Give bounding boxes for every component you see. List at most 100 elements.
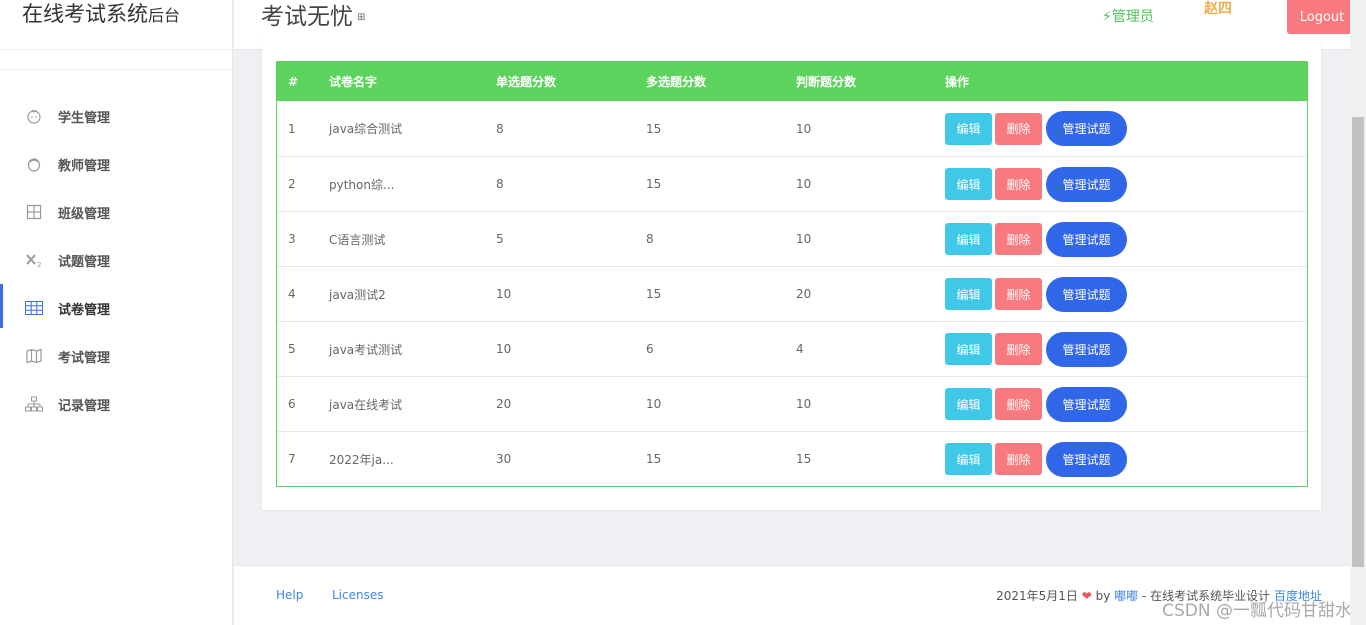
single-score: 8	[496, 121, 504, 136]
class-grid-icon	[24, 202, 44, 222]
single-score: 20	[496, 397, 512, 411]
judge-score: 4	[796, 342, 804, 356]
multi-score: 15	[646, 452, 662, 466]
paper-index: 5	[288, 342, 296, 356]
col-header-multi: 多选题分数	[646, 75, 707, 89]
user-role[interactable]: ⚡管理员	[1102, 6, 1154, 26]
sidebar-item-label: 试题管理	[58, 254, 111, 270]
judge-score: 20	[796, 287, 812, 301]
col-header-name: 试卷名字	[329, 75, 378, 89]
footer-date: 2021年5月1日	[996, 589, 1078, 603]
manage-questions-button[interactable]: 管理试题	[1046, 276, 1127, 312]
brand-subtitle: 后台	[148, 6, 181, 25]
col-header-index: #	[288, 74, 299, 89]
edit-button[interactable]: 编辑	[945, 112, 992, 145]
judge-score: 10	[796, 177, 812, 191]
manage-questions-button[interactable]: 管理试题	[1046, 221, 1127, 257]
col-header-judge: 判断题分数	[796, 75, 857, 89]
delete-button[interactable]: 删除	[995, 278, 1042, 310]
multi-score: 15	[646, 121, 662, 136]
paper-name: python综...	[329, 177, 395, 192]
multi-score: 10	[646, 397, 662, 411]
scrollbar[interactable]	[1350, 0, 1366, 625]
sidebar-item-student[interactable]: 学生管理	[0, 92, 232, 140]
delete-button[interactable]: 删除	[995, 223, 1042, 255]
table-row: 5 java考试测试 10 6 4 编辑 删除 管理试题	[277, 321, 1307, 376]
sidebar-item-paper[interactable]: 试卷管理	[0, 284, 232, 332]
edit-button[interactable]: 编辑	[945, 168, 992, 200]
manage-questions-button[interactable]: 管理试题	[1046, 111, 1127, 146]
sidebar-item-record[interactable]: 记录管理	[0, 380, 232, 428]
sidebar-item-class[interactable]: 班级管理	[0, 188, 232, 236]
single-score: 30	[496, 452, 512, 466]
paper-name: java考试测试	[329, 342, 403, 357]
row-actions: 编辑 删除 管理试题	[945, 166, 1307, 202]
table-header: # 试卷名字 单选题分数 多选题分数 判断题分数 操作	[277, 62, 1307, 101]
row-actions: 编辑 删除 管理试题	[945, 221, 1307, 257]
judge-score: 15	[796, 452, 812, 466]
delete-button[interactable]: 删除	[995, 333, 1042, 365]
single-score: 10	[496, 342, 512, 356]
paper-index: 7	[288, 452, 296, 466]
edit-button[interactable]: 编辑	[945, 443, 992, 475]
table-row: 6 java在线考试 20 10 10 编辑 删除 管理试题	[277, 376, 1307, 431]
multi-score: 6	[646, 342, 654, 356]
single-score: 8	[496, 177, 504, 191]
sitemap-icon	[24, 394, 44, 414]
delete-button[interactable]: 删除	[995, 112, 1042, 145]
row-actions: 编辑 删除 管理试题	[945, 386, 1307, 422]
paper-name: java综合测试	[329, 122, 403, 136]
edit-button[interactable]: 编辑	[945, 388, 992, 420]
judge-score: 10	[796, 397, 812, 411]
help-link[interactable]: Help	[276, 588, 303, 602]
brand: 在线考试系统 后台	[0, 0, 232, 50]
manage-questions-button[interactable]: 管理试题	[1046, 331, 1127, 367]
table-row: 2 python综... 8 15 10 编辑 删除 管理试题	[277, 156, 1307, 211]
multi-score: 15	[646, 177, 662, 191]
col-header-single: 单选题分数	[496, 75, 557, 89]
sidebar-item-exam[interactable]: 考试管理	[0, 332, 232, 380]
student-icon	[24, 106, 44, 126]
paper-index: 1	[288, 121, 296, 136]
sidebar-item-label: 记录管理	[58, 398, 111, 414]
edit-button[interactable]: 编辑	[945, 278, 992, 310]
brand-title: 在线考试系统	[22, 2, 148, 26]
role-label: 管理员	[1111, 9, 1154, 25]
edit-button[interactable]: 编辑	[945, 223, 992, 255]
multi-score: 8	[646, 232, 654, 246]
logout-button[interactable]: Logout	[1287, 0, 1357, 34]
sidebar-item-label: 教师管理	[58, 158, 111, 174]
sidebar-item-teacher[interactable]: 教师管理	[0, 140, 232, 188]
paper-index: 2	[288, 177, 296, 191]
scrollbar-thumb[interactable]	[1352, 117, 1364, 567]
table-row: 3 C语言测试 5 8 10 编辑 删除 管理试题	[277, 211, 1307, 266]
page-title: 考试无忧 ⊞	[261, 2, 365, 33]
watermark: CSDN @一瓢代码甘甜水	[1162, 601, 1352, 621]
sidebar-item-question[interactable]: 2 试题管理	[0, 236, 232, 284]
delete-button[interactable]: 删除	[995, 388, 1042, 420]
edit-button[interactable]: 编辑	[945, 333, 992, 365]
paper-name: 2022年ja...	[329, 452, 394, 467]
table-body: 1 java综合测试 8 15 10 编辑 删除 管理试题 2 python综... 8 15 10 编辑…	[277, 101, 1307, 486]
delete-button[interactable]: 删除	[995, 168, 1042, 200]
username[interactable]: 赵四	[1204, 0, 1232, 18]
col-header-actions: 操作	[945, 75, 970, 89]
sidebar-item-label: 试卷管理	[58, 302, 111, 318]
judge-score: 10	[796, 232, 812, 246]
sidebar-nav: 学生管理 教师管理 班级管理 2 试题管理 试卷管理 考试管理 记录管理	[0, 70, 232, 428]
manage-questions-button[interactable]: 管理试题	[1046, 386, 1127, 422]
papers-card: # 试卷名字 单选题分数 多选题分数 判断题分数 操作 1 java综合测试 8 15…	[262, 36, 1321, 510]
manage-questions-button[interactable]: 管理试题	[1046, 166, 1127, 202]
footer-author-link[interactable]: 嘟嘟	[1114, 589, 1138, 603]
sidebar-item-label: 学生管理	[58, 110, 111, 126]
manage-questions-button[interactable]: 管理试题	[1046, 441, 1127, 477]
paper-index: 6	[288, 397, 296, 411]
app-title-text: 考试无忧	[261, 4, 353, 30]
paper-name: java测试2	[329, 287, 386, 302]
sidebar-item-label: 考试管理	[58, 350, 111, 366]
table-row: 7 2022年ja... 30 15 15 编辑 删除 管理试题	[277, 431, 1307, 486]
map-icon	[24, 346, 44, 366]
licenses-link[interactable]: Licenses	[332, 588, 384, 602]
delete-button[interactable]: 删除	[995, 443, 1042, 475]
table-row: 4 java测试2 10 15 20 编辑 删除 管理试题	[277, 266, 1307, 321]
